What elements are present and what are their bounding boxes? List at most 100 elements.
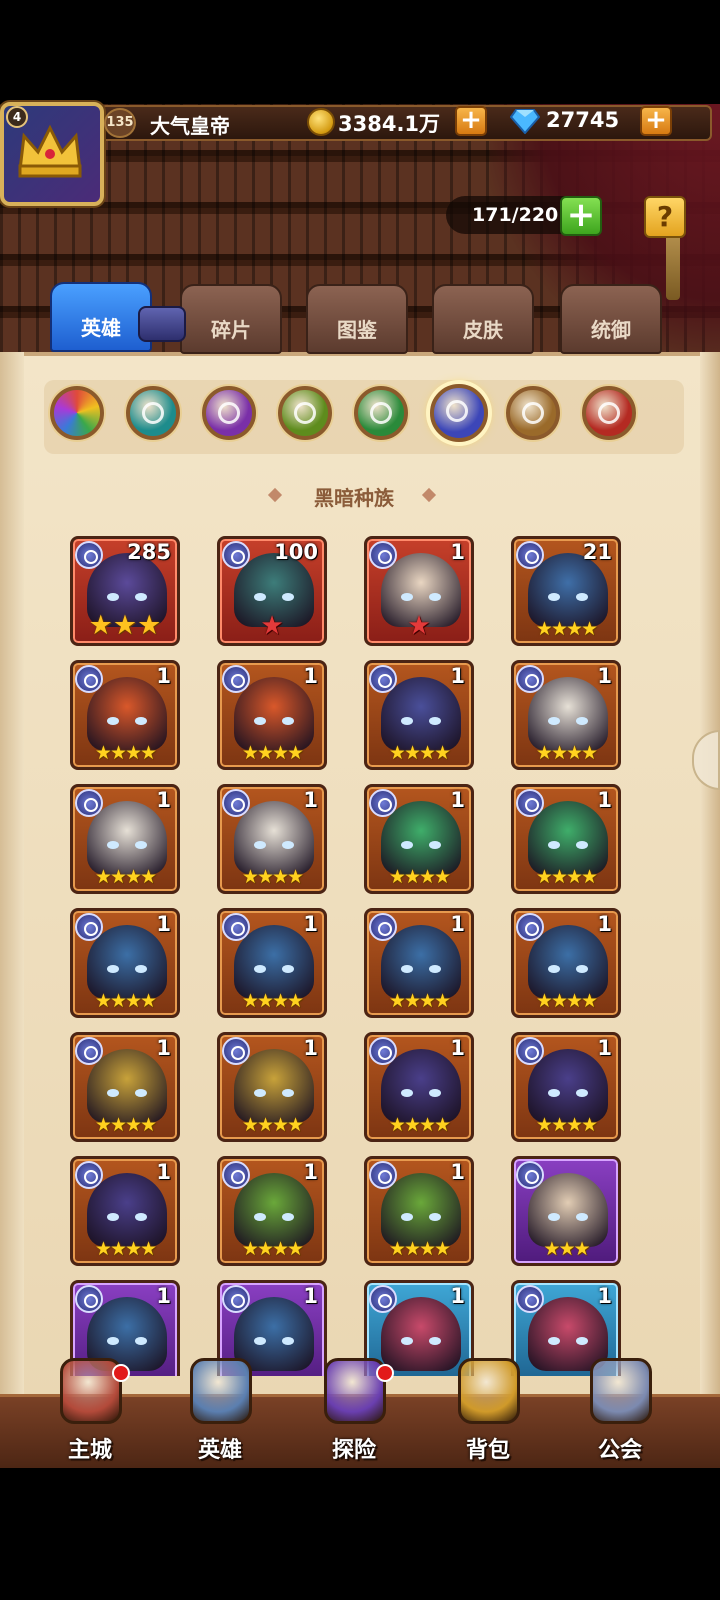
hero-card[interactable]: 1 ★★★★ (511, 1032, 621, 1142)
hero-card[interactable]: 1 ★★★★ (511, 784, 621, 894)
star-icon: ★ (256, 990, 274, 1012)
race-emblem-icon (294, 402, 316, 424)
hero-eye (135, 1089, 147, 1097)
hero-card[interactable]: 1 ★ (364, 536, 474, 646)
hero-card[interactable]: 1 ★★★★ (217, 784, 327, 894)
hero-eye (576, 1089, 588, 1097)
hero-card[interactable]: ★★★ (511, 1156, 621, 1266)
hero-card[interactable]: 1 ★★★★ (217, 1032, 327, 1142)
star-icon: ★ (109, 990, 127, 1012)
star-icon: ★ (241, 866, 259, 888)
star-icon: ★ (88, 610, 113, 641)
star-icon: ★ (419, 1114, 436, 1136)
race-filter-all-races[interactable] (50, 386, 104, 440)
expand-capacity-button[interactable]: + (560, 196, 602, 236)
nav-backpack[interactable]: 背包 (428, 1358, 548, 1468)
tab-3[interactable]: 皮肤 (432, 284, 534, 354)
diamond-gem-icon (510, 109, 540, 134)
hero-card[interactable]: 1 ★★★★ (511, 660, 621, 770)
hero-level: 1 (303, 912, 318, 936)
hero-card[interactable]: 1 ★★★★ (70, 908, 180, 1018)
tab-4[interactable]: 统御 (560, 284, 662, 354)
tab-0[interactable]: 英雄 (50, 282, 152, 352)
hero-eye (429, 593, 441, 601)
hero-star-rating: ★★★★ (220, 1240, 324, 1259)
nav-castle[interactable]: 主城 (30, 1358, 150, 1468)
hero-eye (135, 965, 147, 973)
hero-card[interactable]: 100 ★ (217, 536, 327, 646)
hero-star-rating: ★ (220, 613, 324, 639)
race-filter-race-teal[interactable] (126, 386, 180, 440)
race-emblem-icon (370, 402, 392, 424)
hero-eye (401, 1337, 413, 1345)
hero-card[interactable]: 1 ★★★★ (364, 1156, 474, 1266)
dark-race-badge-icon (369, 789, 397, 817)
nav-hero-portrait[interactable]: 英雄 (160, 1358, 280, 1468)
star-icon: ★ (573, 1238, 591, 1260)
star-icon: ★ (566, 1114, 583, 1136)
hero-card[interactable]: 1 ★★★★ (217, 1156, 327, 1266)
star-icon: ★ (256, 866, 274, 888)
hero-eye (107, 1213, 119, 1221)
race-filter-race-green-eye[interactable] (278, 386, 332, 440)
star-icon: ★ (434, 1114, 451, 1136)
star-icon: ★ (535, 990, 553, 1012)
race-filter-race-leaf[interactable] (354, 386, 408, 440)
hero-card[interactable]: 1 ★★★★ (364, 660, 474, 770)
hero-level: 1 (597, 788, 612, 812)
hero-eye (107, 1337, 119, 1345)
hero-card[interactable]: 1 ★★★★ (511, 908, 621, 1018)
star-icon: ★ (287, 990, 304, 1012)
hero-star-rating: ★★★★ (367, 1240, 471, 1259)
star-icon: ★ (403, 742, 421, 764)
hero-star-rating: ★★★★ (73, 1240, 177, 1259)
dark-race-badge-icon (222, 789, 250, 817)
hero-card[interactable]: 1 ★★★★ (217, 660, 327, 770)
dark-race-badge-icon (516, 1037, 544, 1065)
race-filter-race-light[interactable] (506, 386, 560, 440)
tab-2[interactable]: 图鉴 (306, 284, 408, 354)
add-gold-button[interactable]: + (455, 106, 487, 136)
star-icon: ★ (287, 742, 304, 764)
help-button[interactable]: ? (644, 196, 686, 238)
race-filter-race-red[interactable] (582, 386, 636, 440)
star-icon: ★ (388, 1238, 406, 1260)
hero-card[interactable]: 21 ★★★★ (511, 536, 621, 646)
star-icon: ★ (94, 1238, 112, 1260)
hero-card[interactable]: 1 ★★★★ (70, 784, 180, 894)
hero-card[interactable]: 1 ★★★★ (364, 908, 474, 1018)
star-icon: ★ (241, 742, 259, 764)
hero-level: 21 (582, 540, 612, 564)
hero-star-rating: ★★★★ (220, 1116, 324, 1135)
star-icon: ★ (581, 866, 598, 888)
dark-race-badge-icon (222, 913, 250, 941)
hero-card[interactable]: 1 ★★★★ (70, 660, 180, 770)
star-icon: ★ (272, 742, 289, 764)
hero-card[interactable]: 1 ★★★★ (364, 784, 474, 894)
nav-portal[interactable]: 探险 (294, 1358, 414, 1468)
hero-card[interactable]: 1 ★★★★ (70, 1032, 180, 1142)
hero-card[interactable]: 1 ★★★★ (70, 1156, 180, 1266)
dark-race-badge-icon (222, 1161, 250, 1189)
star-icon: ★ (434, 866, 451, 888)
hero-star-rating: ★★★★ (367, 868, 471, 887)
race-emblem-icon (522, 402, 544, 424)
star-icon: ★ (94, 1114, 112, 1136)
hero-star-rating: ★★★★ (220, 992, 324, 1011)
hero-star-rating: ★★★★ (73, 868, 177, 887)
hero-card[interactable]: 285 ★★★ (70, 536, 180, 646)
hero-card[interactable]: 1 ★★★★ (364, 1032, 474, 1142)
star-icon: ★ (94, 742, 112, 764)
tab-1[interactable]: 碎片 (180, 284, 282, 354)
nav-label: 背包 (465, 1438, 510, 1463)
add-gems-button[interactable]: + (640, 106, 672, 136)
nav-guild-tower[interactable]: 公会 (560, 1358, 680, 1468)
hero-card[interactable]: 1 ★★★★ (217, 908, 327, 1018)
hero-level: 1 (597, 1284, 612, 1308)
race-filter-race-purple[interactable] (202, 386, 256, 440)
race-filter-race-dark[interactable] (430, 384, 488, 442)
hero-star-rating: ★★★★ (514, 1116, 618, 1135)
hero-eye (548, 1089, 560, 1097)
hero-eye (254, 1089, 266, 1097)
hero-eye (254, 1337, 266, 1345)
